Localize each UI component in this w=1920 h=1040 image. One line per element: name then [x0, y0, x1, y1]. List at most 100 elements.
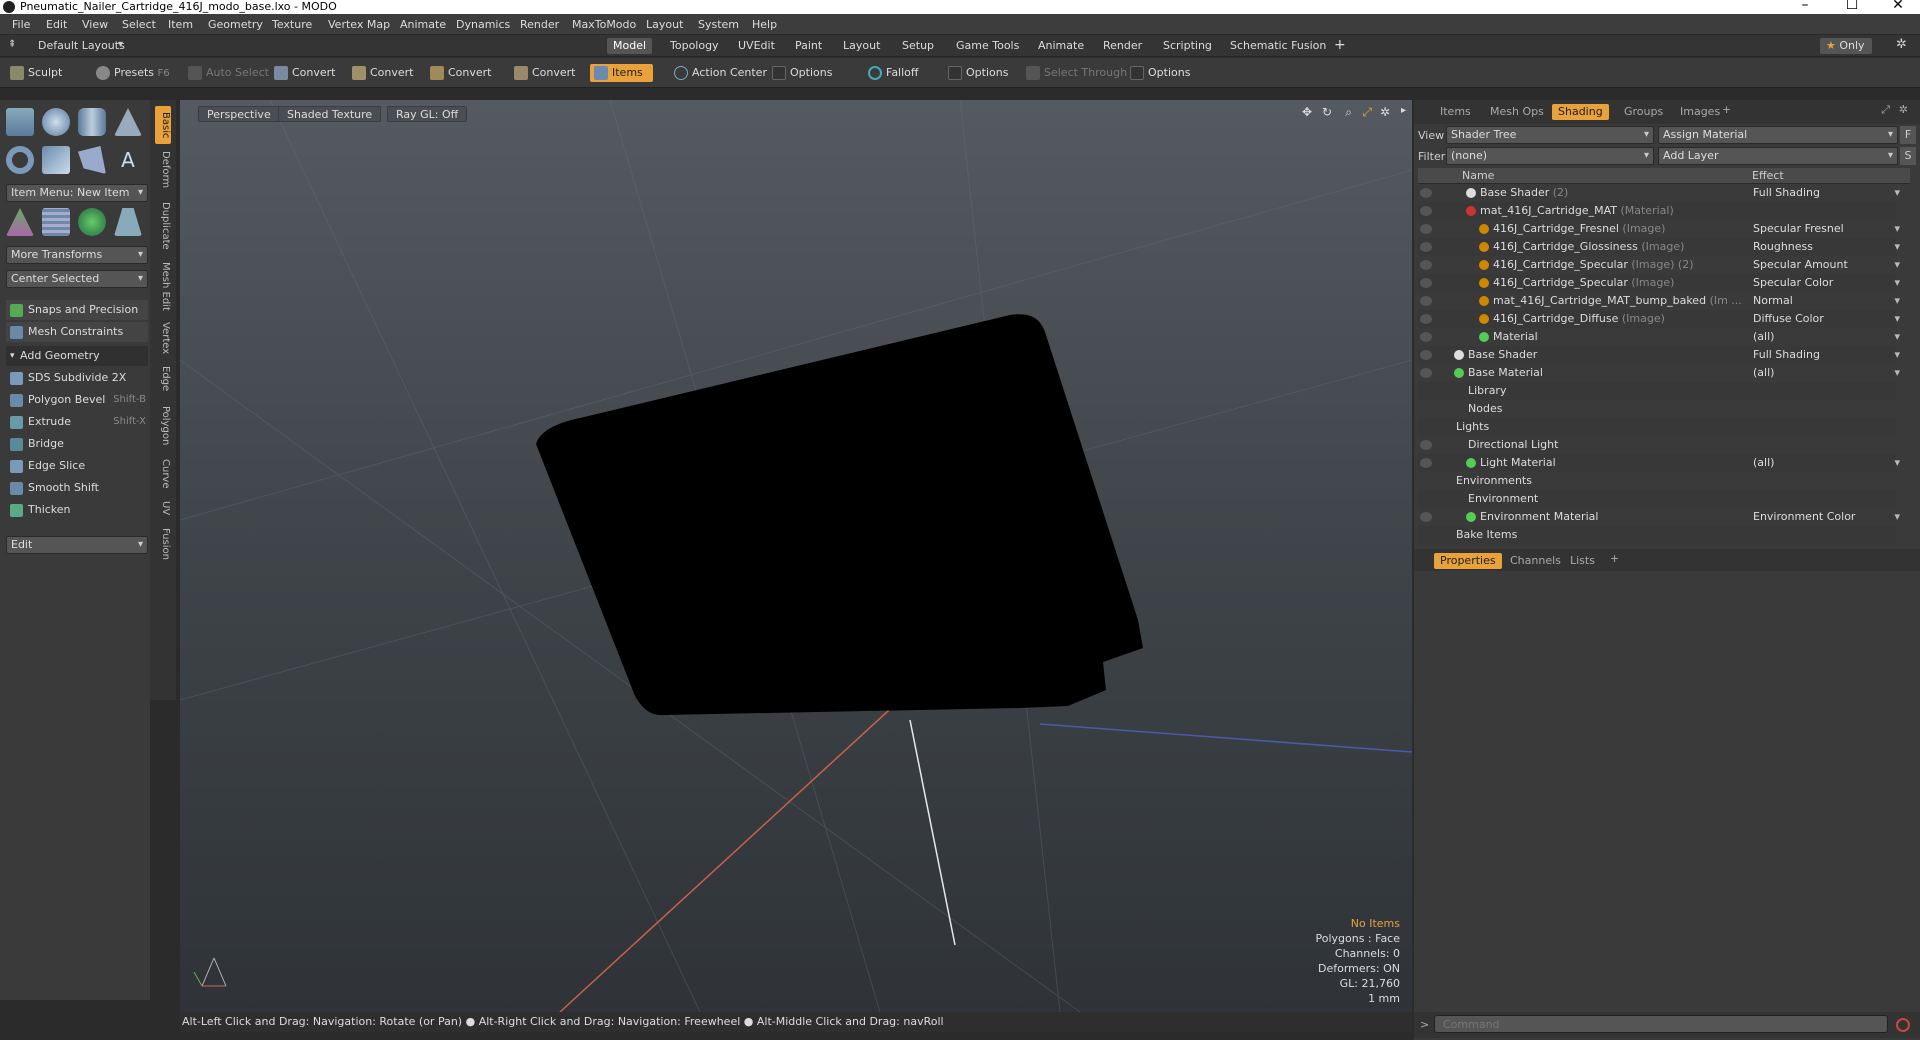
menu-file[interactable]: File [12, 18, 30, 31]
convert-button-3[interactable]: Convert [426, 64, 492, 82]
effect-dropdown[interactable]: Roughness [1753, 238, 1908, 256]
add-tab-icon[interactable]: + [1610, 552, 1619, 565]
only-toggle[interactable]: ★ Only [1820, 38, 1872, 54]
effect-dropdown[interactable]: (all) [1753, 328, 1908, 346]
torus-icon[interactable] [6, 146, 34, 174]
globe-icon[interactable] [78, 208, 106, 236]
visibility-eye-icon[interactable] [1420, 368, 1432, 378]
tab-schematic-fusion[interactable]: Schematic Fusion [1224, 38, 1332, 54]
tree-row[interactable]: Environment [1418, 490, 1896, 508]
visibility-eye-icon[interactable] [1420, 260, 1432, 270]
add-tab-icon[interactable]: + [1722, 103, 1731, 116]
convert-button-4[interactable]: Convert [510, 64, 576, 82]
tree-row[interactable]: 416J_Cartridge_Glossiness (Image) Roughne… [1418, 238, 1900, 256]
f-button[interactable]: F [1900, 126, 1916, 144]
tab-images[interactable]: Images [1674, 104, 1726, 120]
tree-row[interactable]: 416J_Cartridge_Specular (Image) Specular … [1418, 274, 1900, 292]
sculpt-button[interactable]: Sculpt [6, 64, 62, 82]
menu-render[interactable]: Render [520, 18, 559, 31]
visibility-eye-icon[interactable] [1420, 296, 1432, 306]
s-button[interactable]: S [1900, 147, 1916, 165]
col-effect[interactable]: Effect [1752, 169, 1784, 182]
menu-edit[interactable]: Edit [46, 18, 67, 31]
side-tab-duplicate[interactable]: Duplicate [155, 198, 171, 254]
options-button-2[interactable]: Options [944, 64, 1008, 82]
text-icon[interactable]: A [114, 146, 142, 174]
tree-row[interactable]: mat_416J_Cartridge_MAT_bump_baked (Im ..… [1418, 292, 1900, 310]
tree-row[interactable]: Directional Light [1418, 436, 1896, 454]
select-through-button[interactable]: Select Through [1022, 64, 1127, 82]
falloff-button[interactable]: Falloff [864, 64, 918, 82]
item-menu-dropdown[interactable]: Item Menu: New Item [6, 184, 148, 202]
filter-dropdown[interactable]: (none) [1446, 147, 1654, 165]
tool-bridge[interactable]: Bridge [6, 434, 148, 454]
center-selected-dropdown[interactable]: Center Selected [6, 270, 148, 288]
command-input[interactable] [1434, 1015, 1888, 1033]
cube-icon[interactable] [6, 108, 34, 136]
menu-texture[interactable]: Texture [272, 18, 312, 31]
expand-arrow-icon[interactable]: ▸ [1401, 105, 1406, 116]
menu-vertex-map[interactable]: Vertex Map [328, 18, 390, 31]
tab-properties[interactable]: Properties [1434, 553, 1502, 569]
tab-model[interactable]: Model [607, 38, 653, 54]
side-tab-uv[interactable]: UV [155, 496, 171, 520]
add-geometry-header[interactable]: ▾ Add Geometry [6, 346, 148, 366]
presets-button[interactable]: Presets F6 [92, 64, 170, 82]
col-name[interactable]: Name [1462, 169, 1494, 182]
3d-viewport[interactable]: Perspective Shaded Texture Ray GL: Off ✥… [180, 100, 1412, 1012]
cone-icon[interactable] [114, 108, 142, 136]
menu-animate[interactable]: Animate [400, 18, 446, 31]
rotate-icon[interactable]: ↻ [1322, 105, 1332, 119]
tree-row[interactable]: Base Shader (2) Full Shading [1418, 184, 1900, 202]
tab-scripting[interactable]: Scripting [1157, 38, 1218, 54]
menu-item[interactable]: Item [168, 18, 193, 31]
record-icon[interactable] [1896, 1018, 1910, 1032]
tool-sds-subdivide[interactable]: SDS Subdivide 2X [6, 368, 148, 388]
shaded-texture-button[interactable]: Shaded Texture [278, 106, 382, 122]
tree-row[interactable]: Library [1418, 382, 1896, 400]
add-tab-icon[interactable]: + [1334, 37, 1346, 53]
effect-dropdown[interactable]: Diffuse Color [1753, 310, 1908, 328]
visibility-eye-icon[interactable] [1420, 206, 1432, 216]
options-button-1[interactable]: Options [768, 64, 832, 82]
items-mode-button[interactable]: Items [590, 64, 653, 82]
tab-render[interactable]: Render [1097, 38, 1148, 54]
visibility-eye-icon[interactable] [1420, 440, 1432, 450]
tree-row[interactable]: Base Material (all) [1418, 364, 1900, 382]
tab-items[interactable]: Items [1434, 104, 1477, 120]
convert-button-2[interactable]: Convert [348, 64, 414, 82]
side-tab-deform[interactable]: Deform [155, 148, 171, 192]
effect-dropdown[interactable]: Specular Fresnel [1753, 220, 1908, 238]
side-tab-edge[interactable]: Edge [155, 362, 171, 396]
tab-animate[interactable]: Animate [1032, 38, 1090, 54]
gear-icon[interactable]: ✲ [1899, 103, 1908, 116]
tab-channels[interactable]: Channels [1504, 553, 1567, 569]
tree-row[interactable]: Base Shader Full Shading [1418, 346, 1900, 364]
menu-dynamics[interactable]: Dynamics [456, 18, 510, 31]
expand-icon[interactable]: ⤢ [1881, 103, 1890, 117]
more-transforms-dropdown[interactable]: More Transforms [6, 246, 148, 264]
transform-icon[interactable] [6, 208, 34, 236]
menu-system[interactable]: System [698, 18, 739, 31]
effect-dropdown[interactable]: Specular Amount [1753, 256, 1908, 274]
minimize-icon[interactable]: – [1785, 0, 1825, 12]
tree-row[interactable]: Nodes [1418, 400, 1896, 418]
effect-dropdown[interactable]: Normal [1753, 292, 1908, 310]
tool-smooth-shift[interactable]: Smooth Shift [6, 478, 148, 498]
menu-select[interactable]: Select [122, 18, 156, 31]
pen-icon[interactable] [78, 146, 106, 174]
tree-row[interactable]: Material (all) [1418, 328, 1900, 346]
perspective-button[interactable]: Perspective [198, 106, 280, 122]
assign-material-dropdown[interactable]: Assign Material [1658, 126, 1898, 144]
tab-mesh-ops[interactable]: Mesh Ops [1484, 104, 1550, 120]
tab-layout[interactable]: Layout [837, 38, 886, 54]
tool-edge-slice[interactable]: Edge Slice [6, 456, 148, 476]
side-tab-fusion[interactable]: Fusion [155, 524, 171, 564]
close-icon[interactable]: ✕ [1878, 0, 1918, 12]
effect-dropdown[interactable]: Environment Color [1753, 508, 1908, 526]
tab-uvedit[interactable]: UVEdit [732, 38, 781, 54]
tab-lists[interactable]: Lists [1564, 553, 1601, 569]
visibility-eye-icon[interactable] [1420, 350, 1432, 360]
effect-dropdown[interactable]: (all) [1753, 454, 1908, 472]
convert-button-1[interactable]: Convert [270, 64, 336, 82]
